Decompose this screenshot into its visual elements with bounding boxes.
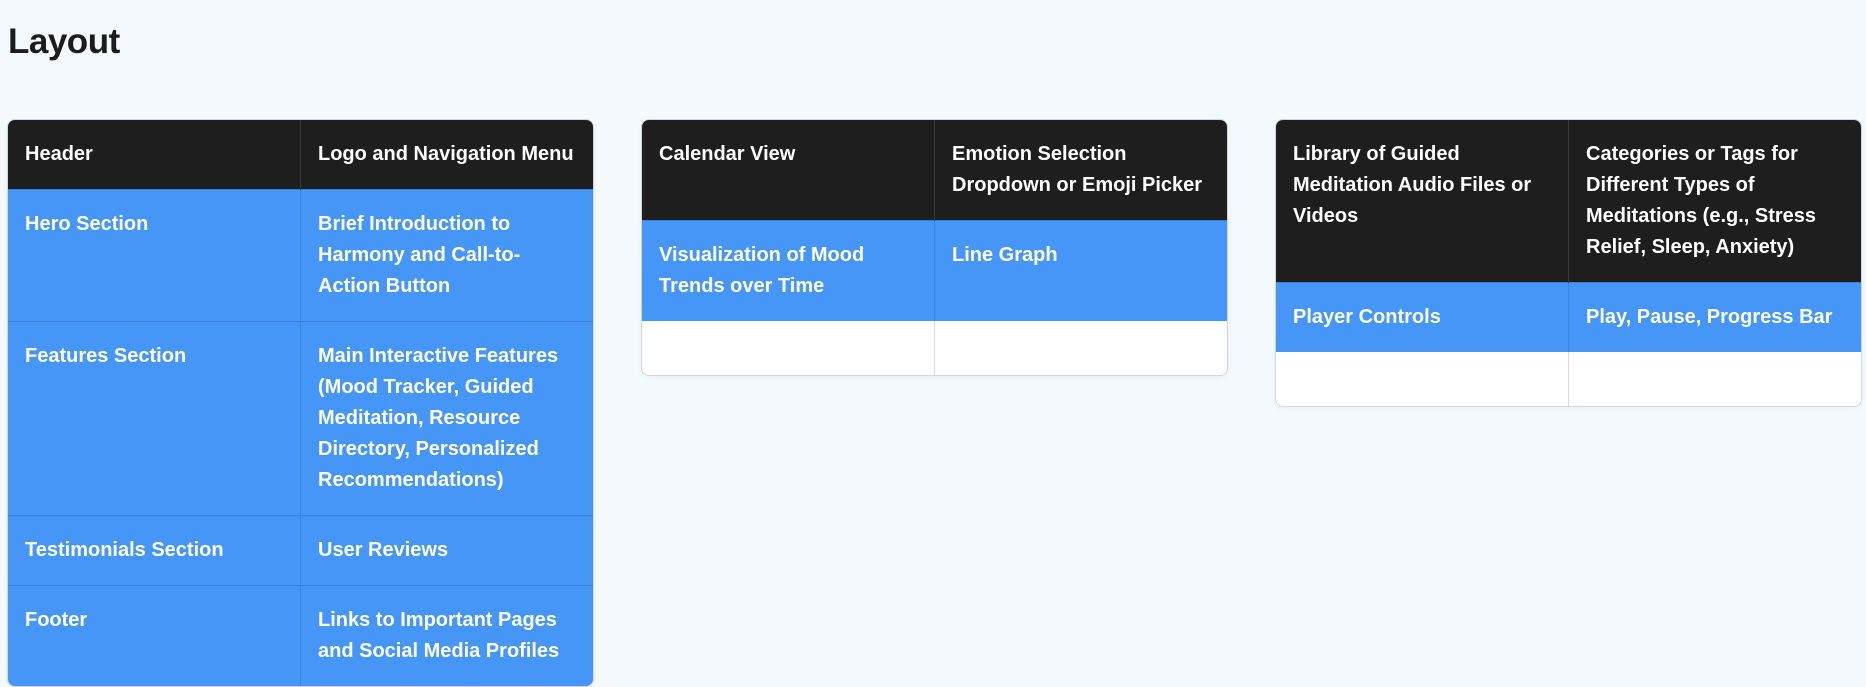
table-cell-empty [1276,352,1569,406]
table-cell: Testimonials Section [8,515,301,586]
mood-tracker-table: Calendar View Emotion Selection Dropdown… [642,120,1227,375]
table-cell-empty [642,321,935,375]
table-cell: Line Graph [934,220,1227,321]
table-header-cell: Library of Guided Meditation Audio Files… [1276,120,1569,283]
table-cell: Visualization of Mood Trends over Time [642,220,935,321]
table-cell: Player Controls [1276,282,1569,352]
table-header-cell: Calendar View [642,120,935,221]
layout-table: Header Logo and Navigation Menu Hero Sec… [8,120,593,686]
mood-tracker-table-card: Calendar View Emotion Selection Dropdown… [641,119,1228,376]
guided-meditation-table: Library of Guided Meditation Audio Files… [1276,120,1861,406]
table-row: Testimonials Section User Reviews [8,515,593,586]
table-cell: Main Interactive Features (Mood Tracker,… [300,321,593,516]
table-header-cell: Categories or Tags for Different Types o… [1568,120,1861,283]
table-cell: Hero Section [8,189,301,322]
table-row: Visualization of Mood Trends over Time L… [642,220,1227,321]
table-header-cell: Header [8,120,301,190]
table-cell: User Reviews [300,515,593,586]
table-row-empty [642,321,1227,375]
table-cell: Brief Introduction to Harmony and Call-t… [300,189,593,322]
table-header-cell: Emotion Selection Dropdown or Emoji Pick… [934,120,1227,221]
table-header-row: Library of Guided Meditation Audio Files… [1276,120,1861,283]
table-cell: Play, Pause, Progress Bar [1568,282,1861,352]
table-header-row: Calendar View Emotion Selection Dropdown… [642,120,1227,221]
table-cell-empty [1568,352,1861,406]
table-header-cell: Logo and Navigation Menu [300,120,593,190]
table-cell: Links to Important Pages and Social Medi… [300,585,593,686]
table-header-row: Header Logo and Navigation Menu [8,120,593,190]
table-row: Hero Section Brief Introduction to Harmo… [8,189,593,322]
table-row-empty [1276,352,1861,406]
table-row: Features Section Main Interactive Featur… [8,321,593,516]
table-row: Player Controls Play, Pause, Progress Ba… [1276,282,1861,352]
guided-meditation-table-card: Library of Guided Meditation Audio Files… [1275,119,1862,407]
table-cell-empty [934,321,1227,375]
layout-table-card: Header Logo and Navigation Menu Hero Sec… [7,119,594,687]
table-cell: Features Section [8,321,301,516]
table-cell: Footer [8,585,301,686]
table-row: Footer Links to Important Pages and Soci… [8,585,593,686]
page-title: Layout [8,22,120,61]
